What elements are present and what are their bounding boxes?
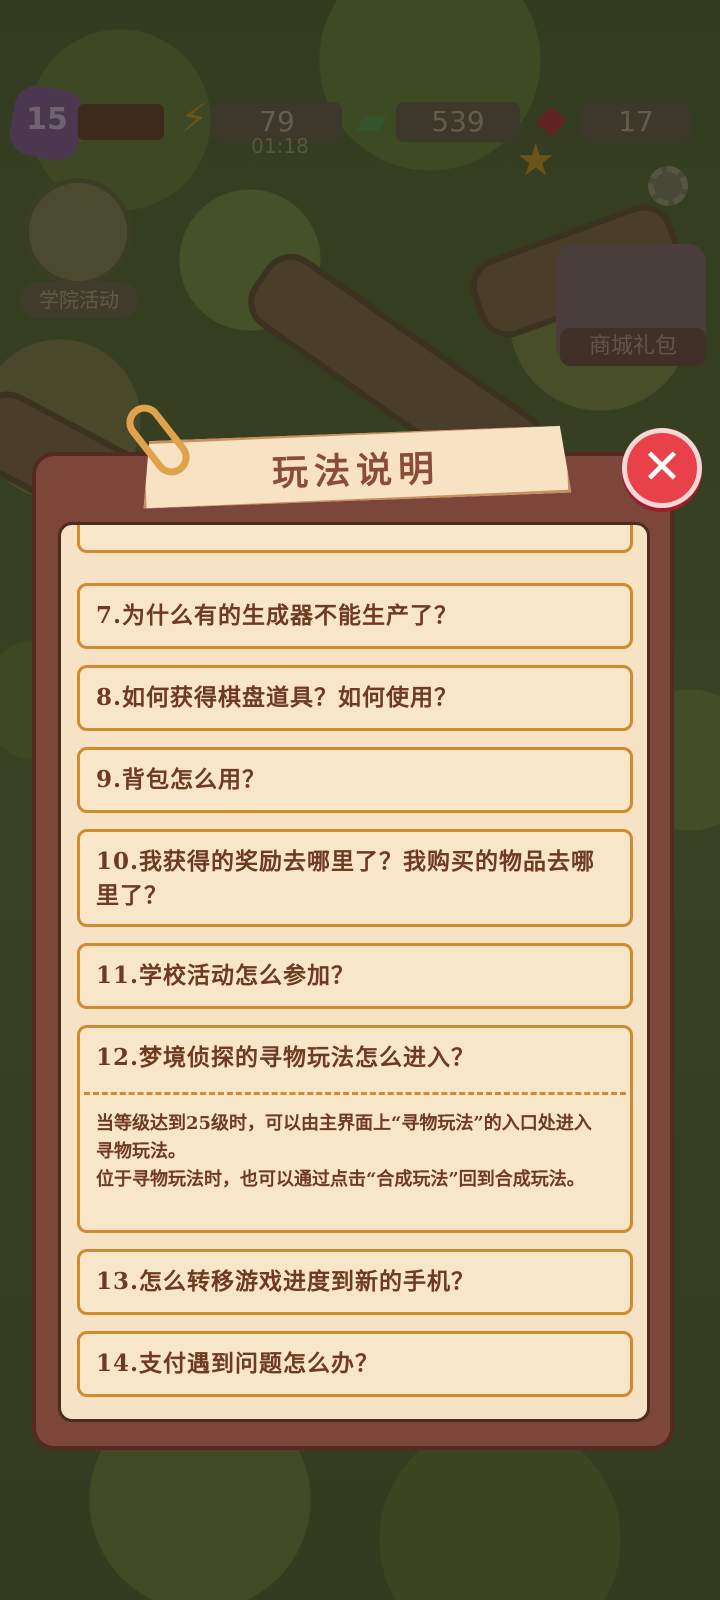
faq-divider: [84, 1092, 626, 1095]
faq-item[interactable]: 7.为什么有的生成器不能生产了？: [77, 583, 633, 649]
faq-question: 10.我获得的奖励去哪里了？我购买的物品去哪里了？: [96, 848, 596, 909]
faq-item[interactable]: 14.支付遇到问题怎么办？: [77, 1331, 633, 1397]
faq-question: 14.支付遇到问题怎么办？: [96, 1350, 380, 1377]
faq-question: 12.梦境侦探的寻物玩法怎么进入？: [96, 1044, 476, 1071]
faq-item-expanded[interactable]: 12.梦境侦探的寻物玩法怎么进入？ 当等级达到25级时，可以由主界面上“寻物玩法…: [77, 1025, 633, 1233]
close-button[interactable]: ✕: [622, 428, 702, 508]
faq-item[interactable]: 13.怎么转移游戏进度到新的手机？: [77, 1249, 633, 1315]
faq-question: 9.背包怎么用？: [96, 766, 267, 793]
faq-item[interactable]: 11.学校活动怎么参加？: [77, 943, 633, 1009]
faq-question: 8.如何获得棋盘道具？如何使用？: [96, 684, 459, 711]
faq-item[interactable]: 9.背包怎么用？: [77, 747, 633, 813]
faq-item[interactable]: 10.我获得的奖励去哪里了？我购买的物品去哪里了？: [77, 829, 633, 927]
faq-question: 7.为什么有的生成器不能生产了？: [96, 602, 459, 629]
help-dialog: 7.为什么有的生成器不能生产了？ 8.如何获得棋盘道具？如何使用？ 9.背包怎么…: [32, 452, 674, 1450]
faq-item[interactable]: 8.如何获得棋盘道具？如何使用？: [77, 665, 633, 731]
faq-question: 11.学校活动怎么参加？: [96, 962, 356, 989]
faq-question: 13.怎么转移游戏进度到新的手机？: [96, 1268, 476, 1295]
faq-answer: 当等级达到25级时，可以由主界面上“寻物玩法”的入口处进入寻物玩法。 位于寻物玩…: [96, 1113, 592, 1190]
faq-item-partial[interactable]: [77, 525, 633, 553]
faq-scroll-area[interactable]: 7.为什么有的生成器不能生产了？ 8.如何获得棋盘道具？如何使用？ 9.背包怎么…: [58, 522, 650, 1422]
